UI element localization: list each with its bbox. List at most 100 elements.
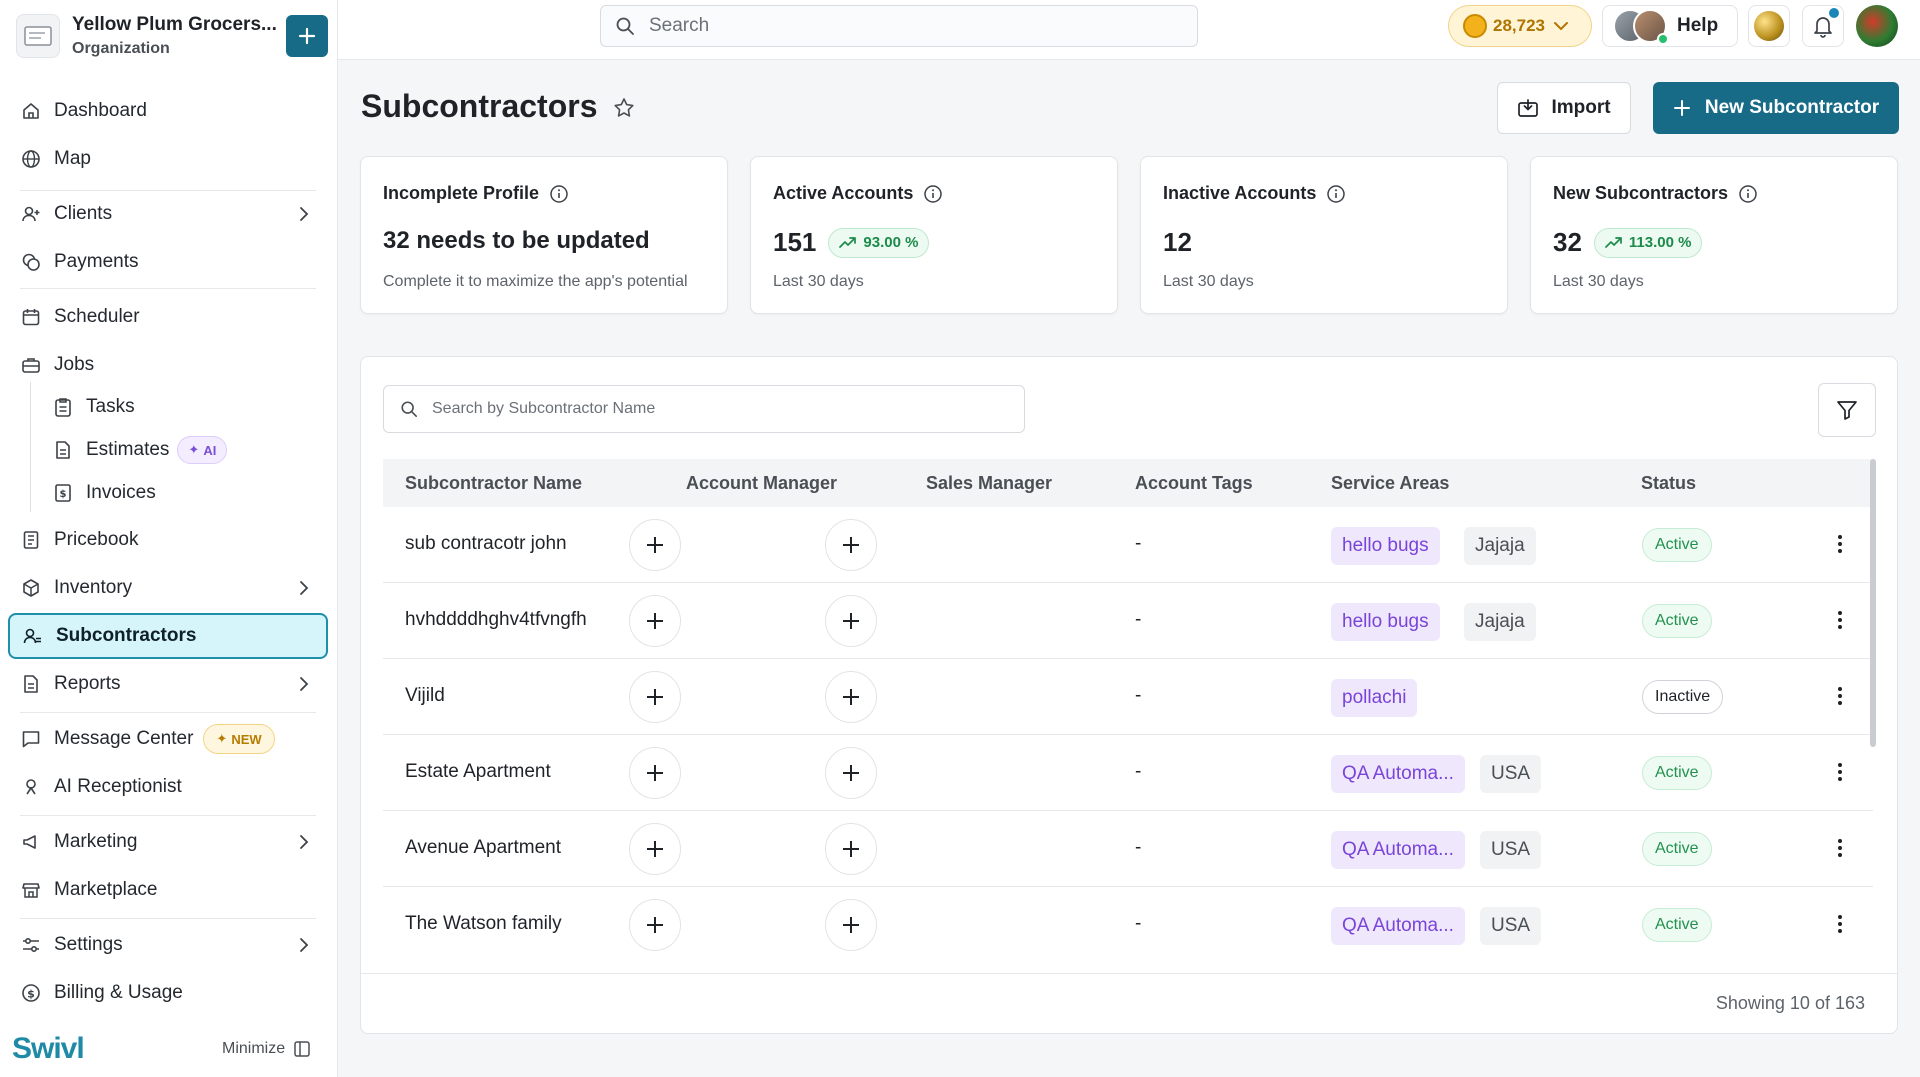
divider xyxy=(20,288,316,289)
sidebar-item-label: Scheduler xyxy=(54,306,140,327)
org-switcher[interactable]: Yellow Plum Grocers... Organization xyxy=(16,14,328,58)
column-header[interactable]: Subcontractor Name xyxy=(405,473,582,494)
table-row[interactable]: hvhddddhghv4tfvngfh - hello bugs Jajaja … xyxy=(383,583,1873,659)
ai-orb-button[interactable] xyxy=(1748,5,1790,47)
assign-sales-manager-button[interactable] xyxy=(825,671,877,723)
subcontractor-name[interactable]: The Watson family xyxy=(405,913,562,935)
sidebar-item-reports[interactable]: Reports xyxy=(8,661,328,707)
add-button[interactable] xyxy=(286,15,328,57)
coins-balance[interactable]: 28,723 xyxy=(1448,5,1592,47)
notifications-button[interactable] xyxy=(1802,5,1844,47)
more-options-icon[interactable] xyxy=(1837,609,1843,631)
assign-account-manager-button[interactable] xyxy=(629,671,681,723)
column-header[interactable]: Account Manager xyxy=(686,473,837,494)
chevron-right-icon xyxy=(298,935,310,955)
status-badge: Active xyxy=(1642,908,1712,942)
sidebar-item-map[interactable]: Map xyxy=(8,136,328,182)
card-footnote: Last 30 days xyxy=(1553,273,1644,290)
subcontractor-name[interactable]: Vijild xyxy=(405,685,445,707)
favorite-star-icon[interactable] xyxy=(612,96,636,120)
import-label: Import xyxy=(1551,97,1611,118)
table-row[interactable]: sub contracotr john - hello bugs Jajaja … xyxy=(383,507,1873,583)
table-row[interactable]: Vijild - pollachi Inactive xyxy=(383,659,1873,735)
assign-account-manager-button[interactable] xyxy=(629,899,681,951)
sidebar-item-billing[interactable]: $ Billing & Usage xyxy=(8,970,328,1016)
sidebar-item-estimates[interactable]: Estimates ✦ AI xyxy=(44,427,324,473)
plus-icon xyxy=(843,613,859,629)
sidebar-item-label: Reports xyxy=(54,673,121,694)
global-search-input[interactable]: Search xyxy=(600,5,1198,47)
sidebar-item-jobs[interactable]: Jobs xyxy=(8,342,328,388)
sidebar-item-label: Marketplace xyxy=(54,879,158,900)
sidebar-item-scheduler[interactable]: Scheduler xyxy=(8,294,328,340)
minimize-button[interactable]: Minimize xyxy=(222,1040,311,1058)
users-icon xyxy=(22,625,44,647)
assign-sales-manager-button[interactable] xyxy=(825,519,877,571)
subcontractor-name[interactable]: sub contracotr john xyxy=(405,533,567,555)
assign-sales-manager-button[interactable] xyxy=(825,747,877,799)
more-options-icon[interactable] xyxy=(1837,533,1843,555)
plus-icon xyxy=(647,613,663,629)
assign-account-manager-button[interactable] xyxy=(629,519,681,571)
sidebar-item-marketplace[interactable]: Marketplace xyxy=(8,867,328,913)
subcontractor-name[interactable]: hvhddddhghv4tfvngfh xyxy=(405,609,587,631)
table-row[interactable]: The Watson family - QA Automa... USA Act… xyxy=(383,887,1873,963)
service-area-chip: QA Automa... xyxy=(1331,907,1465,945)
table-row[interactable]: Avenue Apartment - QA Automa... USA Acti… xyxy=(383,811,1873,887)
info-icon[interactable] xyxy=(539,184,569,204)
home-icon xyxy=(20,100,42,122)
column-header[interactable]: Service Areas xyxy=(1331,473,1449,494)
info-icon[interactable] xyxy=(1728,184,1758,204)
assign-sales-manager-button[interactable] xyxy=(825,823,877,875)
filter-button[interactable] xyxy=(1818,383,1876,437)
assign-account-manager-button[interactable] xyxy=(629,747,681,799)
sidebar-item-invoices[interactable]: $ Invoices xyxy=(44,470,324,516)
new-subcontractor-button[interactable]: New Subcontractor xyxy=(1653,82,1899,134)
column-header[interactable]: Status xyxy=(1641,473,1696,494)
subcontractor-name[interactable]: Estate Apartment xyxy=(405,761,551,783)
sidebar-item-inventory[interactable]: Inventory xyxy=(8,565,328,611)
sidebar-item-settings[interactable]: Settings xyxy=(8,922,328,968)
sidebar-item-ai-receptionist[interactable]: AI Receptionist xyxy=(8,764,328,810)
sidebar-item-clients[interactable]: Clients xyxy=(8,191,328,237)
user-avatar[interactable] xyxy=(1856,5,1898,47)
document-icon xyxy=(52,439,74,461)
sidebar-item-label: Subcontractors xyxy=(56,625,197,646)
assign-sales-manager-button[interactable] xyxy=(825,899,877,951)
more-options-icon[interactable] xyxy=(1837,685,1843,707)
org-logo xyxy=(16,14,60,58)
calendar-icon xyxy=(20,306,42,328)
sidebar-item-subcontractors[interactable]: Subcontractors xyxy=(8,613,328,659)
assign-account-manager-button[interactable] xyxy=(629,823,681,875)
card-value: 151 xyxy=(773,227,817,257)
sidebar-item-marketing[interactable]: Marketing xyxy=(8,819,328,865)
column-header[interactable]: Account Tags xyxy=(1135,473,1253,494)
coins-value: 28,723 xyxy=(1493,16,1545,35)
more-options-icon[interactable] xyxy=(1837,761,1843,783)
info-icon[interactable] xyxy=(1316,184,1346,204)
info-icon[interactable] xyxy=(913,184,943,204)
column-header[interactable]: Sales Manager xyxy=(926,473,1052,494)
sidebar-item-dashboard[interactable]: Dashboard xyxy=(8,88,328,134)
sidebar-item-label: Dashboard xyxy=(54,100,147,121)
assign-account-manager-button[interactable] xyxy=(629,595,681,647)
table-scrollbar[interactable] xyxy=(1870,459,1876,747)
subcontractor-name[interactable]: Avenue Apartment xyxy=(405,837,561,859)
sidebar-item-label: Message Center xyxy=(54,728,194,749)
more-options-icon[interactable] xyxy=(1837,913,1843,935)
status-badge: Active xyxy=(1642,832,1712,866)
sidebar-item-payments[interactable]: Payments xyxy=(8,239,328,285)
sidebar-item-message-center[interactable]: Message Center ✦ NEW xyxy=(8,716,328,762)
import-button[interactable]: Import xyxy=(1497,82,1631,134)
assign-sales-manager-button[interactable] xyxy=(825,595,877,647)
sidebar-toggle-icon xyxy=(285,1040,311,1058)
sidebar-item-tasks[interactable]: Tasks xyxy=(44,384,324,430)
table-row[interactable]: Estate Apartment - QA Automa... USA Acti… xyxy=(383,735,1873,811)
help-button[interactable]: Help xyxy=(1602,5,1738,47)
search-placeholder: Search xyxy=(649,15,710,36)
subcontractor-search-input[interactable]: Search by Subcontractor Name xyxy=(383,385,1025,433)
divider xyxy=(20,712,316,713)
new-badge-label: NEW xyxy=(231,731,262,747)
sidebar-item-pricebook[interactable]: Pricebook xyxy=(8,517,328,563)
more-options-icon[interactable] xyxy=(1837,837,1843,859)
